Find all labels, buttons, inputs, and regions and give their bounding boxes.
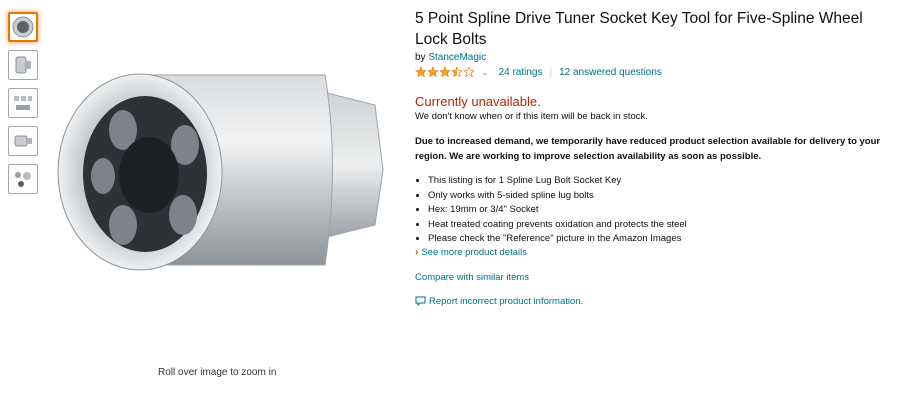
feature-bullets: This listing is for 1 Spline Lug Bolt So… <box>415 174 885 247</box>
thumbnail-socket-set[interactable] <box>8 88 38 118</box>
star-icon <box>463 66 475 78</box>
brand-link[interactable]: StanceMagic <box>428 52 486 63</box>
socket-side-thumb-icon <box>15 56 31 74</box>
socket-image <box>57 73 384 271</box>
compare-link[interactable]: Compare with similar items <box>415 272 885 283</box>
answered-questions-link[interactable]: 12 answered questions <box>559 67 662 78</box>
list-item: Only works with 5-sided spline lug bolts <box>428 189 885 204</box>
star-icon <box>415 66 427 78</box>
see-more-label: See more product details <box>421 246 527 258</box>
main-product-image[interactable] <box>45 50 390 300</box>
thumbnail-socket-angle[interactable] <box>8 126 38 156</box>
thumbnail-strip <box>8 12 44 202</box>
socket-set-thumb-icon <box>14 96 32 110</box>
star-icon <box>451 66 463 78</box>
socket-reference-thumb-icon <box>15 172 31 187</box>
report-link[interactable]: Report incorrect product information. <box>415 296 885 307</box>
separator: | <box>549 66 553 78</box>
chevron-down-icon[interactable]: ⌄ <box>481 67 489 78</box>
list-item: Heat treated coating prevents oxidation … <box>428 218 885 233</box>
availability-note: We don't know when or if this item will … <box>415 111 648 122</box>
demand-notice: Due to increased demand, we temporarily … <box>415 136 881 162</box>
thumbnail-socket-front[interactable] <box>8 12 38 42</box>
star-icon <box>439 66 451 78</box>
product-title: 5 Point Spline Drive Tuner Socket Key To… <box>415 10 863 48</box>
socket-front-thumb-icon <box>12 16 34 38</box>
thumbnail-socket-reference[interactable] <box>8 164 38 194</box>
speech-bubble-icon <box>415 296 426 306</box>
see-more-link[interactable]: › See more product details <box>415 247 885 258</box>
byline: by StanceMagic <box>415 52 885 63</box>
star-rating[interactable] <box>415 66 475 78</box>
thumbnail-socket-side[interactable] <box>8 50 38 80</box>
list-item: Hex: 19mm or 3/4" Socket <box>428 203 885 218</box>
socket-angle-thumb-icon <box>14 135 32 147</box>
zoom-hint: Roll over image to zoom in <box>158 367 277 378</box>
chevron-right-icon: › <box>415 246 419 258</box>
byline-prefix: by <box>415 52 429 63</box>
availability-status: Currently unavailable. <box>415 94 541 109</box>
ratings-count-link[interactable]: 24 ratings <box>499 67 543 78</box>
list-item: This listing is for 1 Spline Lug Bolt So… <box>428 174 885 189</box>
product-details: 5 Point Spline Drive Tuner Socket Key To… <box>415 8 885 307</box>
star-icon <box>427 66 439 78</box>
list-item: Please check the "Reference" picture in … <box>428 232 885 247</box>
report-label: Report incorrect product information. <box>429 295 584 307</box>
rating-row: ⌄ 24 ratings | 12 answered questions <box>415 66 885 78</box>
